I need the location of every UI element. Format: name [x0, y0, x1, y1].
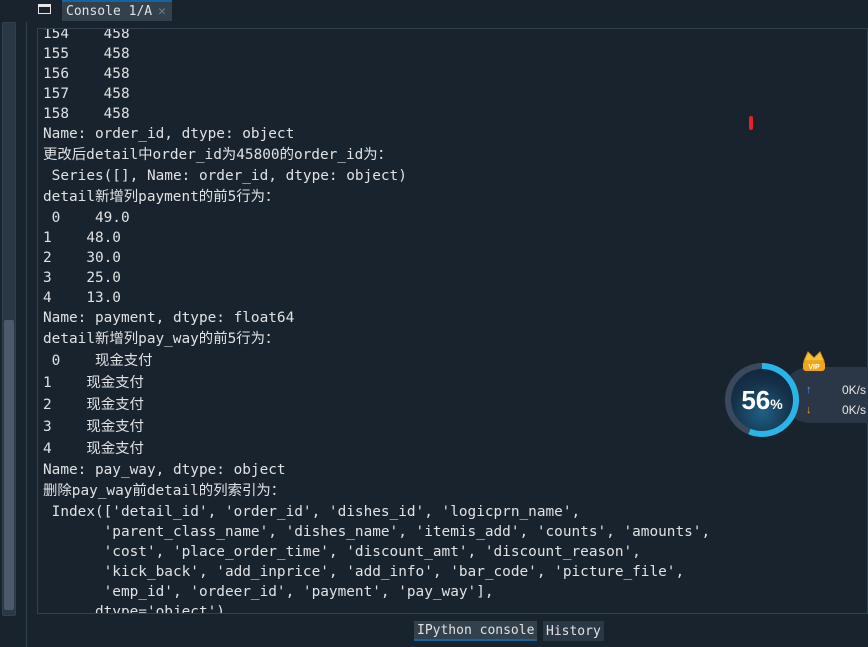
console-line: 155 458: [43, 46, 130, 62]
console-line: 158 458: [43, 106, 130, 122]
console-line: 3 现金支付: [43, 419, 144, 435]
console-line: 删除pay_way前detail的列索引为：: [43, 483, 286, 499]
console-line: 'parent_class_name', 'dishes_name', 'ite…: [43, 524, 711, 540]
tab-history-label: History: [546, 623, 601, 639]
upload-arrow-icon: ↑: [806, 384, 812, 396]
console-line: Series([], Name: order_id, dtype: object…: [43, 168, 407, 184]
console-line: Name: pay_way, dtype: object: [43, 462, 286, 478]
panel-divider: [26, 22, 27, 647]
usage-percent: 56%: [741, 385, 783, 415]
console-line: 1 48.0: [43, 230, 121, 246]
console-line: 3 25.0: [43, 270, 121, 286]
left-panel-strip: [0, 0, 29, 647]
console-line: 156 458: [43, 66, 130, 82]
tab-console-1a[interactable]: Console 1/A ✕: [62, 0, 172, 21]
tab-ipython-label: IPython console: [417, 622, 535, 638]
window-icon[interactable]: [37, 2, 55, 18]
console-line: 2 现金支付: [43, 397, 144, 413]
console-line: 'kick_back', 'add_inprice', 'add_info', …: [43, 564, 685, 580]
console-line: 154 458: [43, 28, 130, 42]
console-line: 157 458: [43, 86, 130, 102]
console-line: detail新增列pay_way的前5行为：: [43, 331, 280, 347]
download-speed-value: 0K/s: [841, 403, 866, 417]
console-output: 154 458 155 458 156 458 157 458 158 458 Name:…: [43, 28, 711, 614]
tab-ipython-console[interactable]: IPython console: [414, 621, 538, 641]
console-line: 0 现金支付: [43, 353, 153, 369]
console-line: Name: order_id, dtype: object: [43, 126, 295, 142]
console-line: Name: payment, dtype: float64: [43, 310, 295, 326]
vip-label: VIP: [808, 364, 820, 371]
vip-crown-icon[interactable]: VIP: [800, 347, 828, 375]
console-line: 2 30.0: [43, 250, 121, 266]
left-scrollbar[interactable]: [2, 22, 16, 616]
console-line: 'emp_id', 'ordeer_id', 'payment', 'pay_w…: [43, 584, 494, 600]
console-line: 4 13.0: [43, 290, 121, 306]
console-line: Index(['detail_id', 'order_id', 'dishes_…: [43, 504, 581, 520]
download-speed: ↓ 0K/s: [806, 403, 866, 417]
console-line: 更改后detail中order_id为45800的order_id为：: [43, 147, 393, 163]
console-line: 'cost', 'place_order_time', 'discount_am…: [43, 544, 641, 560]
download-arrow-icon: ↓: [806, 404, 812, 416]
upload-speed-value: 0K/s: [841, 383, 866, 397]
console-output-area[interactable]: 154 458 155 458 156 458 157 458 158 458 Name:…: [37, 28, 868, 614]
console-line: 4 现金支付: [43, 441, 144, 457]
cursor-marker: [749, 116, 753, 130]
network-speed-widget[interactable]: 56% VIP ↑ 0K/s ↓ 0K/s: [722, 345, 868, 440]
console-line: detail新增列payment的前5行为：: [43, 189, 280, 205]
console-line: 1 现金支付: [43, 375, 144, 391]
console-line: 0 49.0: [43, 210, 130, 226]
console-line: dtype='object'): [43, 604, 225, 614]
left-scrollbar-thumb[interactable]: [4, 320, 14, 610]
upload-speed: ↑ 0K/s: [806, 383, 866, 397]
tab-history[interactable]: History: [543, 621, 604, 641]
close-icon[interactable]: ✕: [158, 4, 166, 19]
tab-label: Console 1/A: [66, 4, 153, 19]
